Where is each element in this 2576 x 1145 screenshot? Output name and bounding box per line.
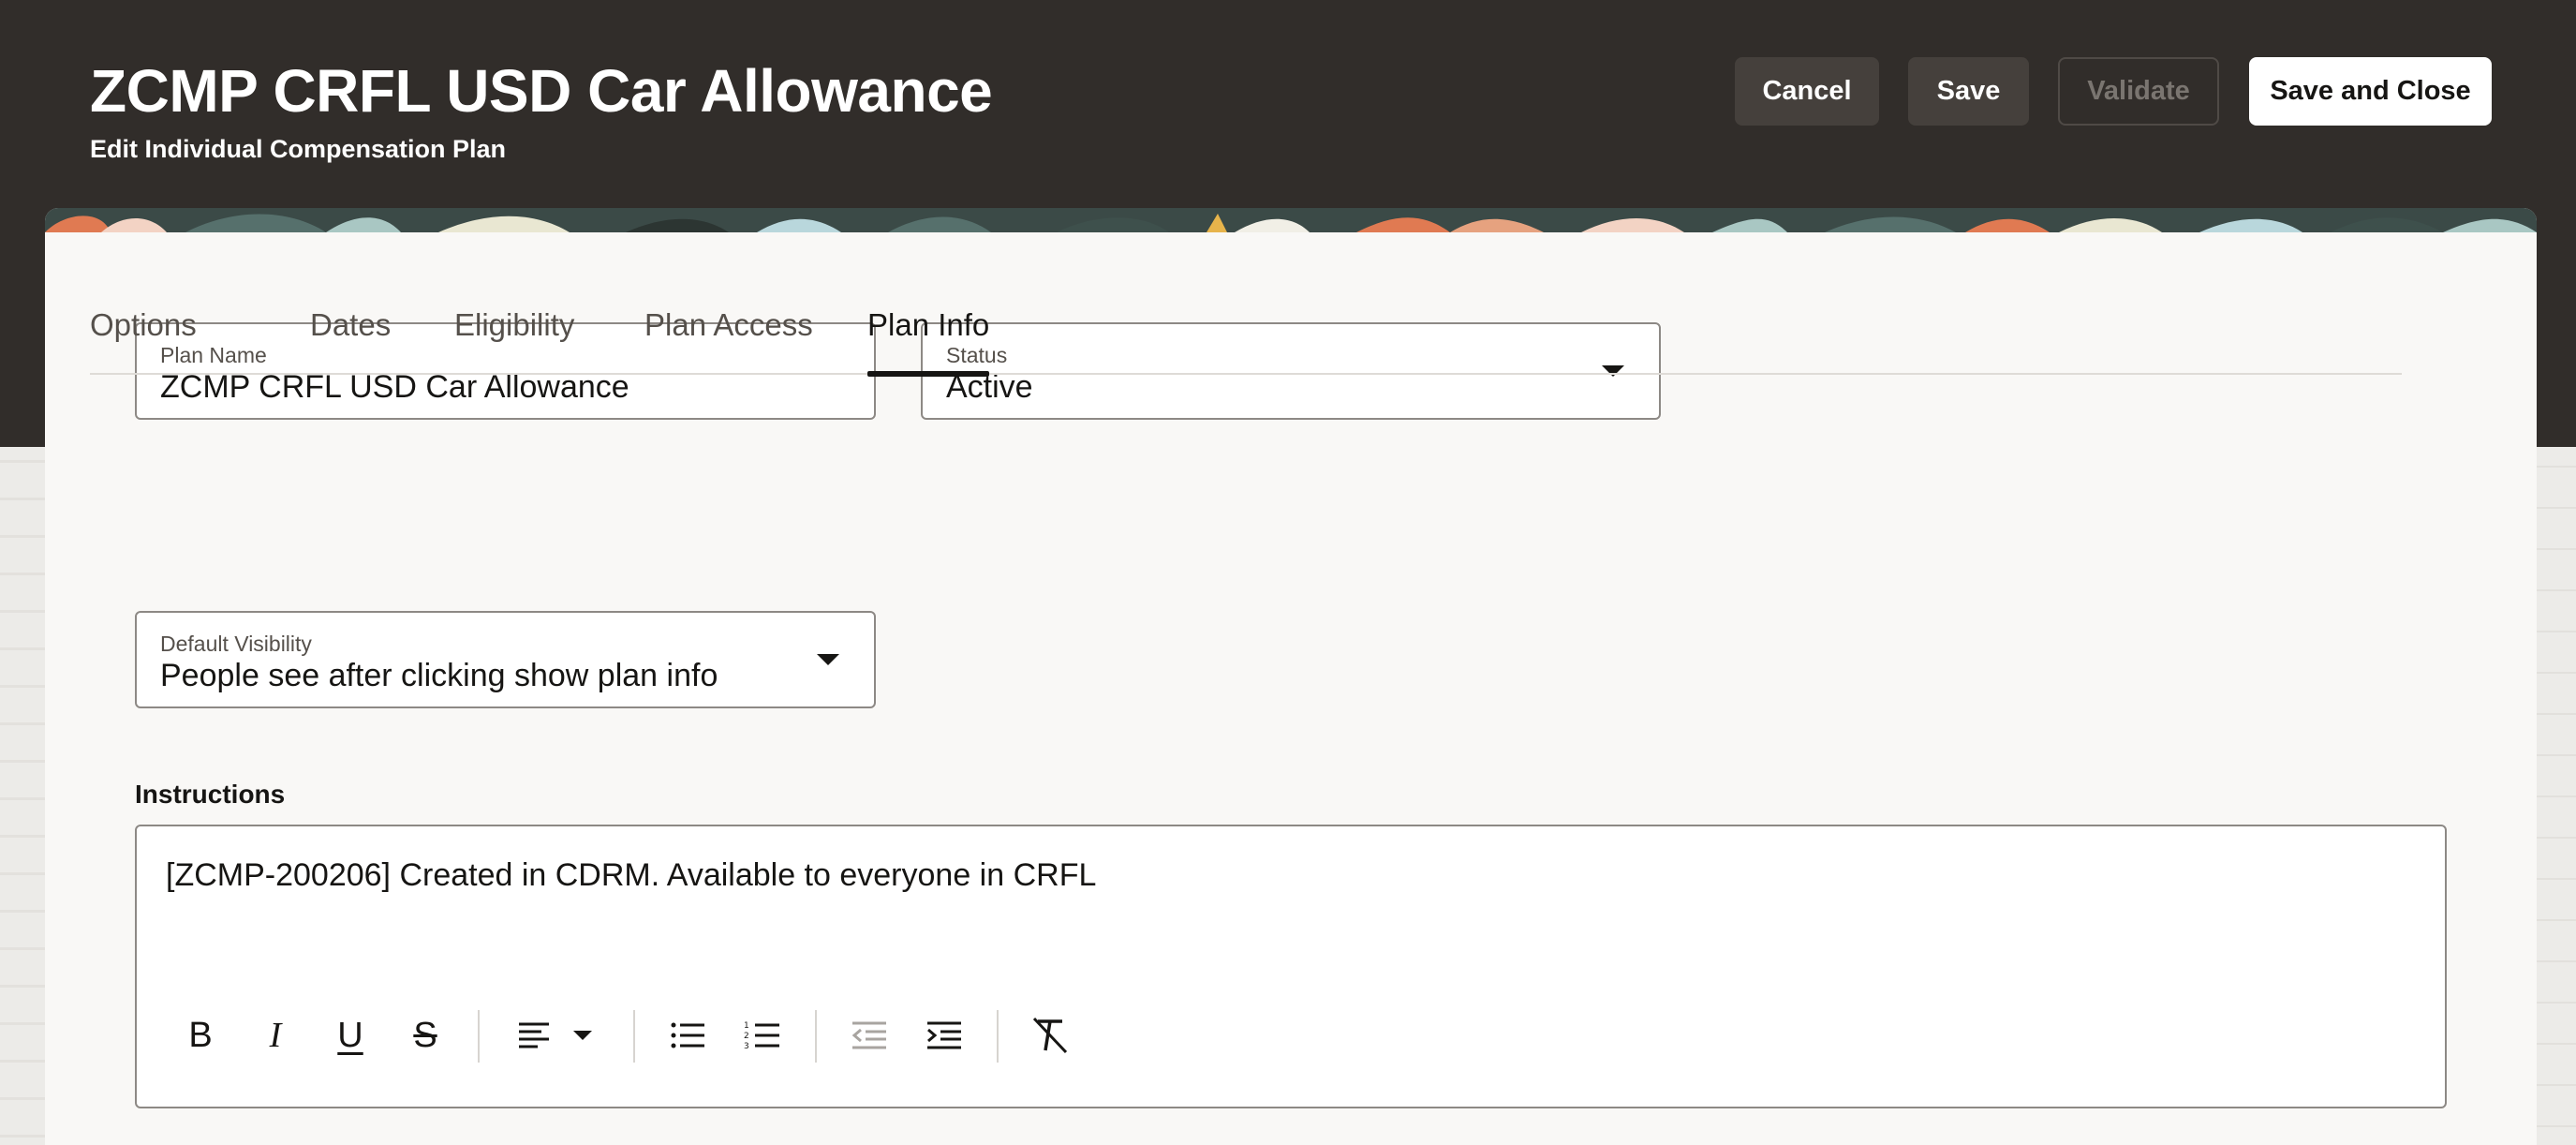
underline-icon[interactable]: U	[324, 1009, 377, 1062]
chevron-down-icon	[573, 1031, 592, 1040]
italic-icon[interactable]: I	[249, 1009, 302, 1062]
toolbar-divider	[997, 1010, 999, 1063]
toolbar-divider	[633, 1010, 635, 1063]
tab-plan-info[interactable]: Plan Info	[867, 307, 990, 377]
tab-eligibility[interactable]: Eligibility	[454, 307, 574, 375]
page-background-right	[2537, 447, 2576, 1145]
instructions-text[interactable]: [ZCMP-200206] Created in CDRM. Available…	[166, 857, 1096, 894]
tab-plan-info-label: Plan Info	[867, 307, 990, 342]
save-button[interactable]: Save	[1908, 57, 2029, 126]
tab-bar: Options Dates Eligibility Plan Access Pl…	[90, 290, 2402, 377]
bold-icon[interactable]: B	[174, 1009, 227, 1062]
instructions-label: Instructions	[135, 780, 286, 809]
underline-icon-glyph: U	[337, 1016, 363, 1055]
cancel-button[interactable]: Cancel	[1735, 57, 1879, 126]
tab-eligibility-label: Eligibility	[454, 307, 575, 342]
indent-icon[interactable]	[918, 1009, 970, 1062]
outdent-icon[interactable]	[843, 1009, 896, 1062]
align-left-icon[interactable]	[508, 1009, 560, 1062]
tab-options[interactable]: Options	[90, 307, 197, 375]
svg-text:1: 1	[744, 1021, 749, 1031]
default-visibility-value: People see after clicking show plan info	[160, 658, 718, 693]
toolbar-divider	[815, 1010, 817, 1063]
bulleted-list-icon[interactable]	[661, 1009, 714, 1062]
italic-icon-glyph: I	[269, 1016, 282, 1055]
page-background-left	[0, 447, 45, 1145]
save-and-close-button[interactable]: Save and Close	[2249, 57, 2492, 126]
clear-formatting-icon[interactable]	[1025, 1009, 1077, 1062]
bold-icon-glyph: B	[188, 1016, 213, 1055]
page-subtitle: Edit Individual Compensation Plan	[90, 135, 507, 163]
tab-options-label: Options	[90, 307, 197, 342]
tab-plan-access[interactable]: Plan Access	[644, 307, 813, 375]
tab-plan-access-label: Plan Access	[644, 307, 813, 342]
decorative-banner	[45, 208, 2537, 232]
tab-dates[interactable]: Dates	[310, 307, 391, 375]
chevron-down-icon	[817, 654, 839, 665]
active-tab-indicator	[867, 371, 990, 377]
svg-text:3: 3	[744, 1042, 749, 1051]
tab-dates-label: Dates	[310, 307, 392, 342]
validate-button[interactable]: Validate	[2058, 57, 2219, 126]
numbered-list-icon[interactable]: 1 2 3	[736, 1009, 789, 1062]
default-visibility-label: Default Visibility	[160, 632, 312, 656]
page-title: ZCMP CRFL USD Car Allowance	[90, 57, 993, 125]
default-visibility-select[interactable]: Default Visibility People see after clic…	[135, 611, 876, 708]
strikethrough-icon[interactable]: S	[399, 1009, 452, 1062]
toolbar-divider	[478, 1010, 480, 1063]
svg-text:2: 2	[744, 1032, 749, 1041]
align-dropdown-button[interactable]	[556, 1009, 609, 1062]
strikethrough-icon-glyph: S	[413, 1016, 437, 1055]
